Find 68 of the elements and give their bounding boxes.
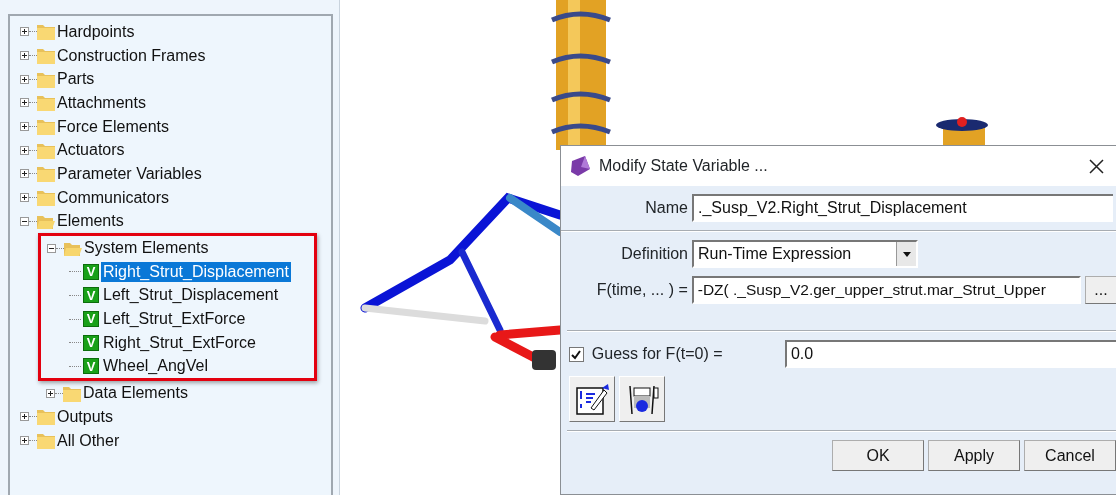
name-field[interactable]: ._Susp_V2.Right_Strut_Displacement	[692, 194, 1113, 222]
tree-item[interactable]: Data Elements	[81, 383, 190, 404]
expand-icon[interactable]	[20, 193, 29, 203]
tree-item[interactable]: Outputs	[55, 406, 116, 427]
guess-field[interactable]: 0.0	[784, 340, 1116, 368]
folder-icon	[37, 70, 55, 88]
measure-button[interactable]	[619, 376, 665, 422]
folder-icon	[37, 118, 55, 136]
definition-dropdown[interactable]: Run-Time Expression	[692, 240, 918, 268]
folder-icon	[37, 189, 55, 207]
folder-icon	[37, 408, 55, 426]
expand-icon[interactable]	[20, 98, 29, 108]
tree-item[interactable]: Elements	[55, 211, 126, 232]
tree-item[interactable]: Attachments	[55, 92, 148, 113]
tree-item[interactable]: Actuators	[55, 140, 127, 161]
tree-item[interactable]: Parts	[55, 69, 97, 90]
browse-button[interactable]: ...	[1085, 276, 1116, 304]
folder-icon	[37, 47, 55, 65]
expression-field[interactable]: -DZ( ._Susp_V2.ger_upper_strut.mar_Strut_Upper	[691, 276, 1082, 304]
dialog-button[interactable]: Apply	[928, 440, 1020, 471]
folder-icon	[63, 384, 81, 402]
app-logo-icon	[569, 155, 591, 177]
dialog-button[interactable]: Cancel	[1024, 440, 1116, 471]
folder-icon	[37, 141, 55, 159]
checkmark-icon	[570, 348, 583, 360]
window-title: Modify State Variable ...	[599, 156, 768, 176]
folder-icon	[37, 23, 55, 41]
expand-icon[interactable]	[20, 169, 29, 179]
variable-icon: V	[83, 358, 99, 375]
caret-icon	[902, 251, 911, 257]
dialog-button[interactable]: OK	[832, 440, 924, 471]
tree-item[interactable]: Force Elements	[55, 116, 172, 137]
variable-icon: V	[83, 263, 99, 280]
collapse-icon[interactable]	[47, 243, 56, 253]
variable-icon: V	[83, 311, 99, 328]
tree-item[interactable]: Communicators	[55, 187, 172, 208]
expand-icon[interactable]	[20, 27, 29, 37]
field-label: Guess for F(t=0) =	[591, 344, 724, 364]
variable-icon: V	[83, 334, 99, 351]
tree-item[interactable]: Left_Strut_Displacement	[101, 285, 281, 306]
folder-icon	[37, 165, 55, 183]
variable-icon: V	[83, 287, 99, 304]
tree-item[interactable]: Right_Strut_Displacement	[101, 261, 291, 282]
expand-icon[interactable]	[20, 436, 29, 446]
folder-icon	[37, 94, 55, 112]
expand-icon[interactable]	[20, 122, 29, 132]
expand-icon[interactable]	[20, 51, 29, 61]
field-label: Definition	[620, 244, 689, 264]
tree-item[interactable]: System Elements	[82, 238, 211, 259]
tree-item[interactable]: Left_Strut_ExtForce	[101, 309, 248, 330]
field-label: F(time, ... ) =	[595, 280, 689, 300]
edit-button[interactable]	[569, 376, 615, 422]
collapse-icon[interactable]	[20, 216, 29, 226]
tree-item[interactable]: Wheel_AngVel	[101, 356, 210, 377]
tree-item[interactable]: All Other	[55, 430, 122, 451]
field-label: Name	[644, 198, 689, 218]
tree-item[interactable]: Parameter Variables	[55, 163, 204, 184]
tree-item[interactable]: Right_Strut_ExtForce	[101, 332, 258, 353]
close-icon	[1088, 158, 1104, 174]
expand-icon[interactable]	[20, 74, 29, 84]
tree-item[interactable]: Construction Frames	[55, 45, 208, 66]
checkbox[interactable]	[569, 346, 584, 362]
expand-icon[interactable]	[20, 412, 29, 422]
tree-item[interactable]: Hardpoints	[55, 21, 137, 42]
expand-icon[interactable]	[46, 388, 55, 398]
folder-icon	[37, 432, 55, 450]
expand-icon[interactable]	[20, 145, 29, 155]
pencil-note-icon	[574, 382, 610, 416]
